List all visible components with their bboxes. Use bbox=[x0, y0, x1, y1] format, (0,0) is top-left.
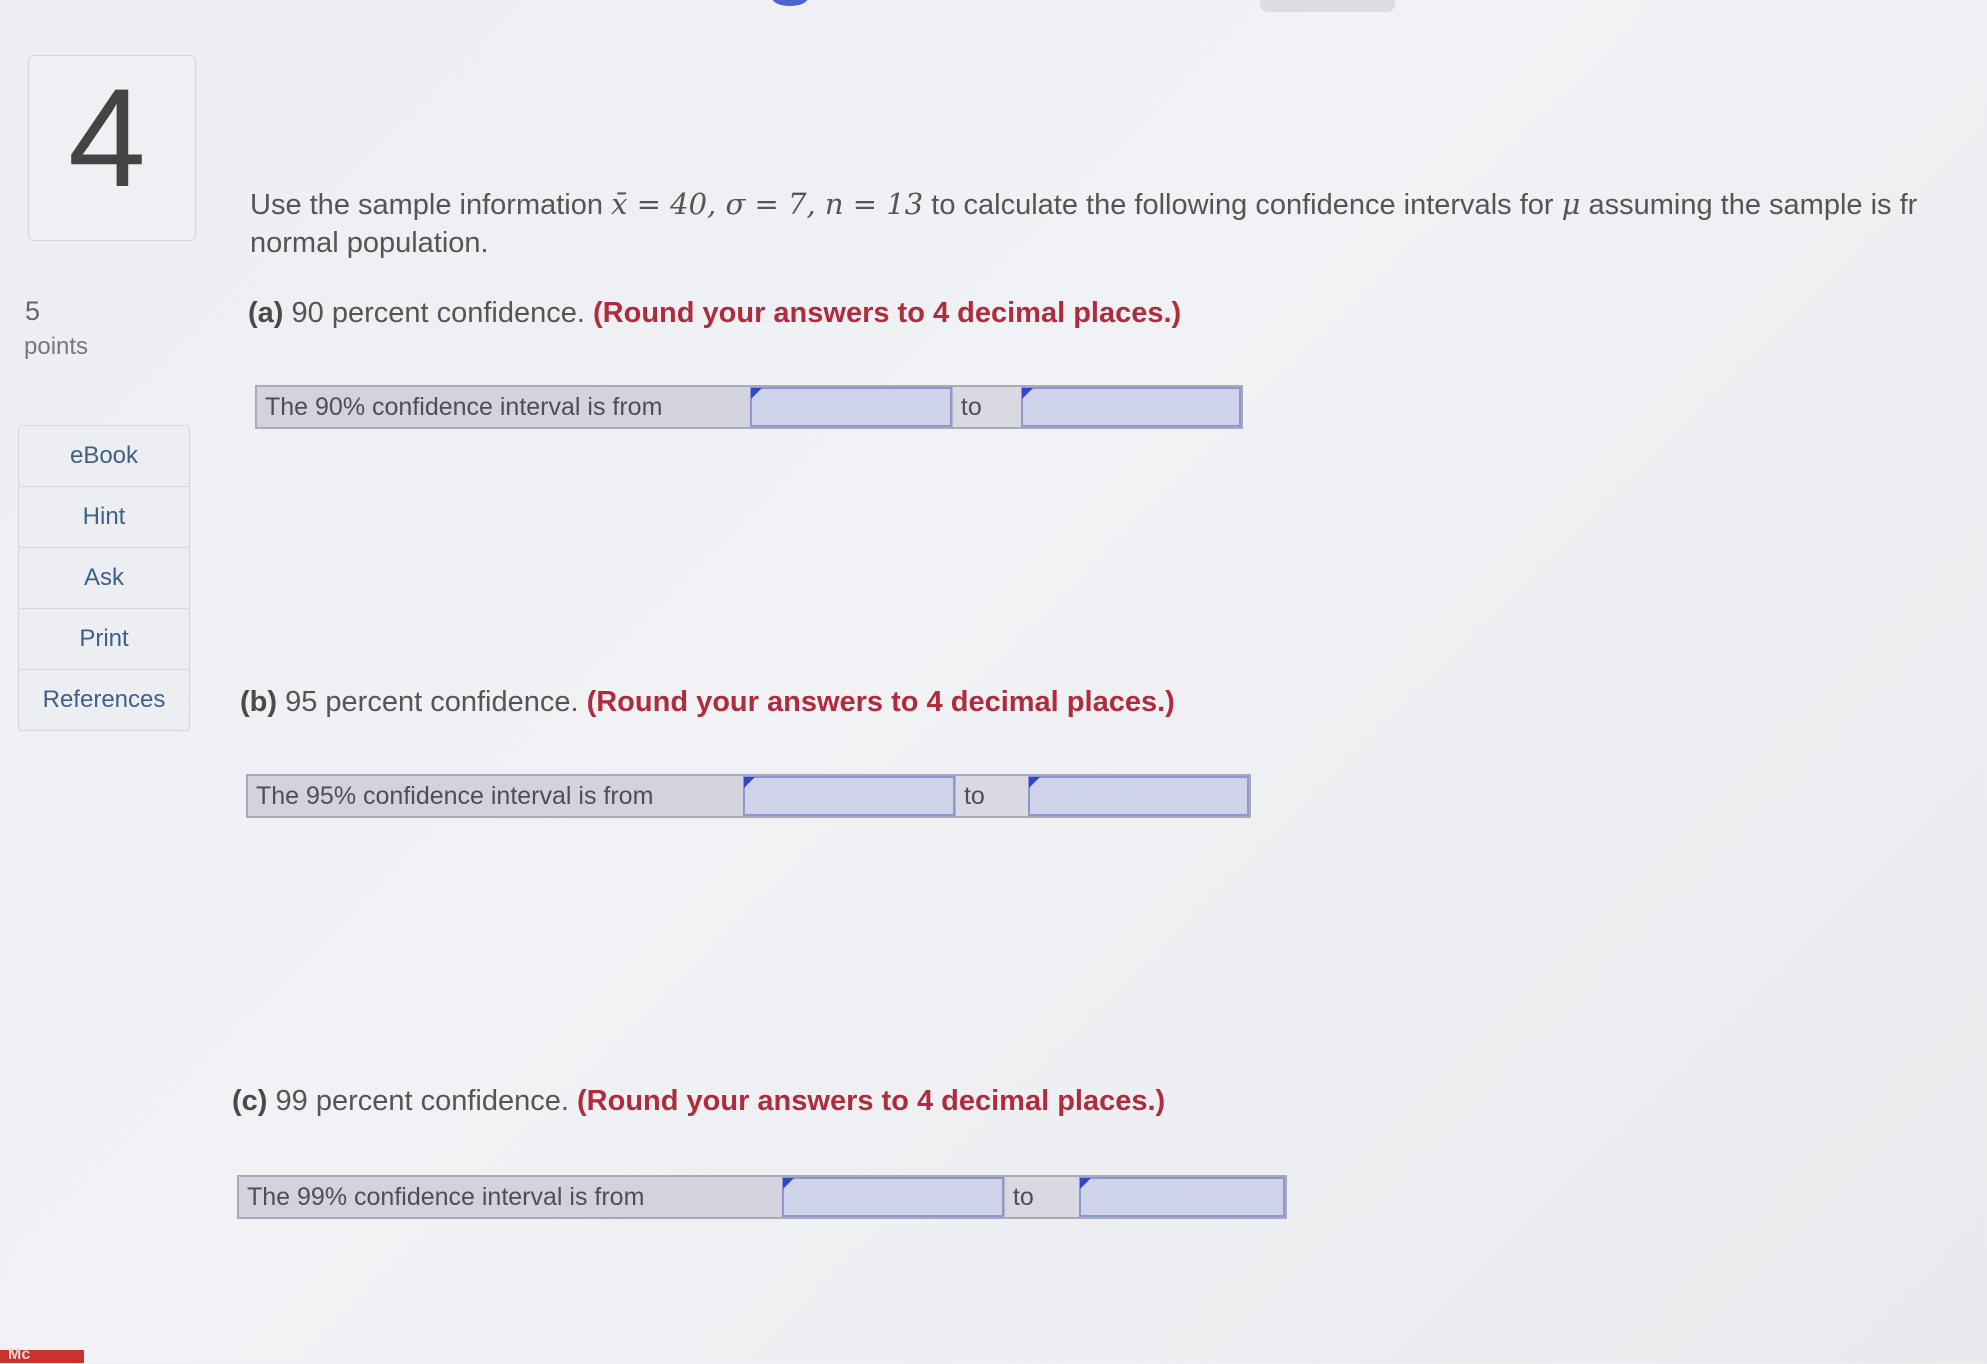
part-c-to-label: to bbox=[1003, 1177, 1079, 1217]
prompt-mu: μ bbox=[1561, 187, 1581, 221]
part-c-instruction: (Round your answers to 4 decimal places.… bbox=[577, 1085, 1166, 1117]
points-label: points bbox=[24, 333, 89, 360]
part-a-prompt: (a) 90 percent confidence. (Round your a… bbox=[248, 297, 1181, 330]
question-prompt: Use the sample information x̄ = 40, σ = … bbox=[250, 185, 1987, 262]
question-tools-menu: eBook Hint Ask Print References bbox=[18, 425, 190, 731]
part-c-upper-wrap bbox=[1079, 1177, 1285, 1217]
part-b-upper-input[interactable] bbox=[1028, 776, 1249, 816]
part-c-prompt: (c) 99 percent confidence. (Round your a… bbox=[232, 1085, 1165, 1118]
question-prompt-line1: Use the sample information x̄ = 40, σ = … bbox=[250, 185, 1987, 224]
prompt-suffix: to calculate the following confidence in… bbox=[923, 189, 1562, 221]
part-b-lower-wrap bbox=[742, 776, 955, 816]
prompt-end: assuming the sample is fr bbox=[1580, 189, 1918, 221]
points-value: 5 bbox=[25, 296, 41, 326]
part-c-lower-input[interactable] bbox=[781, 1177, 1004, 1217]
part-b-instruction: (Round your answers to 4 decimal places.… bbox=[586, 686, 1175, 718]
part-a-to-label: to bbox=[951, 387, 1021, 427]
part-b-to-label: to bbox=[954, 776, 1028, 816]
publisher-logo: Mc bbox=[0, 1346, 84, 1363]
part-b-upper-wrap bbox=[1028, 776, 1249, 816]
part-a-instruction: (Round your answers to 4 decimal places.… bbox=[593, 297, 1182, 329]
ebook-button[interactable]: eBook bbox=[19, 426, 189, 487]
references-button[interactable]: References bbox=[19, 670, 189, 730]
part-b-text: 95 percent confidence. bbox=[277, 686, 587, 718]
ask-button[interactable]: Ask bbox=[19, 548, 189, 609]
question-prompt-line2: normal population. bbox=[250, 227, 489, 259]
part-a-upper-input[interactable] bbox=[1021, 387, 1241, 427]
part-c-lower-wrap bbox=[781, 1177, 1004, 1217]
part-a-answer-row: The 90% confidence interval is from to bbox=[255, 385, 1243, 429]
part-a-row-label: The 90% confidence interval is from bbox=[257, 387, 750, 427]
part-b-letter: (b) bbox=[240, 686, 278, 718]
part-c-row-label: The 99% confidence interval is from bbox=[239, 1177, 782, 1217]
part-a-lower-input[interactable] bbox=[749, 387, 952, 427]
part-b-lower-input[interactable] bbox=[742, 776, 955, 816]
top-tab-edge bbox=[1260, 0, 1395, 12]
part-c-text: 99 percent confidence. bbox=[267, 1085, 577, 1117]
part-c-answer-row: The 99% confidence interval is from to bbox=[237, 1175, 1287, 1219]
part-c-upper-input[interactable] bbox=[1079, 1177, 1285, 1217]
part-a-letter: (a) bbox=[248, 297, 284, 329]
part-a-upper-wrap bbox=[1021, 387, 1241, 427]
part-a-text: 90 percent confidence. bbox=[283, 297, 593, 329]
print-button[interactable]: Print bbox=[19, 609, 189, 670]
question-number: 4 bbox=[68, 59, 146, 216]
part-a-lower-wrap bbox=[749, 387, 952, 427]
part-b-answer-row: The 95% confidence interval is from to bbox=[246, 774, 1251, 818]
prompt-prefix: Use the sample information bbox=[250, 189, 612, 221]
publisher-logo-text: Mc bbox=[8, 1346, 31, 1363]
part-c-letter: (c) bbox=[232, 1085, 268, 1117]
hint-button[interactable]: Hint bbox=[19, 487, 189, 548]
part-b-row-label: The 95% confidence interval is from bbox=[248, 776, 743, 816]
prompt-math: x̄ = 40, σ = 7, n = 13 bbox=[611, 187, 924, 221]
top-indicator-dot bbox=[772, 0, 808, 6]
part-b-prompt: (b) 95 percent confidence. (Round your a… bbox=[240, 686, 1175, 719]
